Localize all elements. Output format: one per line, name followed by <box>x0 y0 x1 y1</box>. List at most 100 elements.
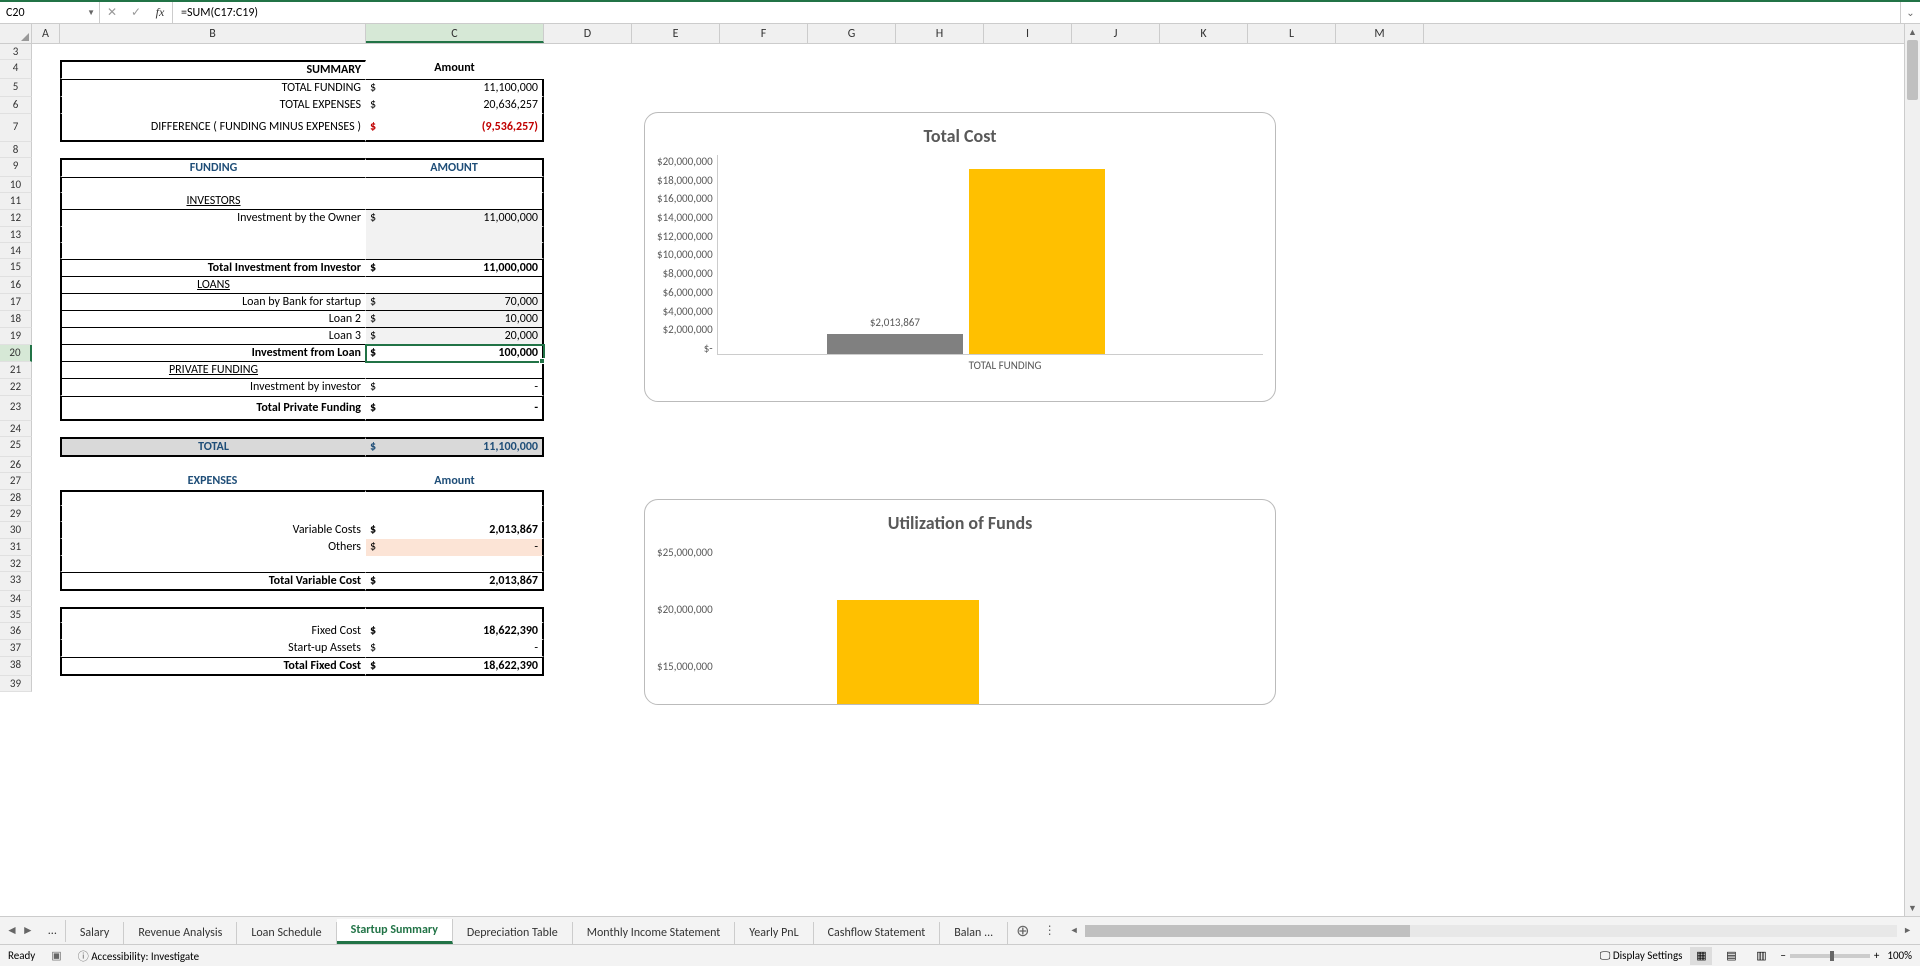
investors-label[interactable]: INVESTORS <box>60 193 366 210</box>
name-box[interactable]: C20 ▼ <box>0 2 100 23</box>
row-header-26[interactable]: 26 <box>0 457 32 473</box>
grid[interactable]: A B C D E F G H I J K L M 3 4 SUMM <box>0 24 1904 916</box>
row-header-5[interactable]: 5 <box>0 79 32 97</box>
zoom-level[interactable]: 100% <box>1887 949 1912 962</box>
total-funding-label[interactable]: TOTAL FUNDING <box>60 79 366 97</box>
row-header-11[interactable]: 11 <box>0 193 32 210</box>
row-header-13[interactable]: 13 <box>0 227 32 243</box>
loan3-label[interactable]: Loan 3 <box>60 328 366 345</box>
tab-depreciation-table[interactable]: Depreciation Table <box>453 922 573 944</box>
vertical-scrollbar[interactable]: ▲ ▼ <box>1904 24 1920 916</box>
row-header-18[interactable]: 18 <box>0 311 32 328</box>
total-variable-label[interactable]: Total Variable Cost <box>60 572 366 591</box>
row-header-16[interactable]: 16 <box>0 277 32 294</box>
others-label[interactable]: Others <box>60 539 366 556</box>
difference-label[interactable]: DIFFERENCE ( FUNDING MINUS EXPENSES ) <box>60 114 366 142</box>
row-header-10[interactable]: 10 <box>0 177 32 193</box>
display-settings[interactable]: 🖵 Display Settings <box>1600 949 1683 963</box>
total-expenses-label[interactable]: TOTAL EXPENSES <box>60 97 366 114</box>
row-header-33[interactable]: 33 <box>0 572 32 591</box>
loans-label[interactable]: LOANS <box>60 277 366 294</box>
total-label[interactable]: TOTAL <box>60 437 366 457</box>
funding-amount-label[interactable]: AMOUNT <box>366 158 544 177</box>
funding-title[interactable]: FUNDING <box>60 158 366 177</box>
col-header-L[interactable]: L <box>1248 24 1336 43</box>
row-header-3[interactable]: 3 <box>0 44 32 60</box>
amount-label[interactable]: Amount <box>366 60 544 79</box>
row-header-19[interactable]: 19 <box>0 328 32 345</box>
tab-nav-next-icon[interactable]: ► <box>22 923 34 938</box>
summary-header[interactable]: SUMMARY <box>60 60 366 79</box>
total-investor-label[interactable]: Total Investment from Investor <box>60 259 366 277</box>
zoom-out-icon[interactable]: − <box>1780 949 1785 962</box>
expand-formula-bar-icon[interactable]: ⌄ <box>1900 2 1920 23</box>
loan-bank-label[interactable]: Loan by Bank for startup <box>60 294 366 311</box>
zoom-track[interactable] <box>1790 954 1870 958</box>
row-header-21[interactable]: 21 <box>0 362 32 379</box>
row-header-39[interactable]: 39 <box>0 676 32 692</box>
active-cell[interactable]: $100,000 <box>366 345 544 362</box>
row-header-17[interactable]: 17 <box>0 294 32 311</box>
col-header-G[interactable]: G <box>808 24 896 43</box>
chart-total-cost[interactable]: Total Cost $20,000,000 $18,000,000 $16,0… <box>644 112 1276 402</box>
tab-overflow[interactable]: ... <box>40 920 66 942</box>
col-header-J[interactable]: J <box>1072 24 1160 43</box>
horizontal-scrollbar[interactable]: ◄ ► <box>1062 925 1920 937</box>
col-header-M[interactable]: M <box>1336 24 1424 43</box>
tab-cashflow[interactable]: Cashflow Statement <box>814 922 941 944</box>
view-page-break-icon[interactable]: ▥ <box>1750 947 1772 965</box>
tab-salary[interactable]: Salary <box>66 922 124 944</box>
row-header-25[interactable]: 25 <box>0 437 32 457</box>
row-header-24[interactable]: 24 <box>0 421 32 437</box>
scroll-up-icon[interactable]: ▲ <box>1905 24 1920 40</box>
loan2-label[interactable]: Loan 2 <box>60 311 366 328</box>
zoom-thumb[interactable] <box>1830 951 1834 961</box>
row-header-36[interactable]: 36 <box>0 623 32 640</box>
scroll-down-icon[interactable]: ▼ <box>1905 900 1920 916</box>
hscroll-right-icon[interactable]: ► <box>1899 925 1916 936</box>
fill-handle[interactable] <box>539 358 545 364</box>
row-header-7[interactable]: 7 <box>0 114 32 142</box>
view-normal-icon[interactable]: ▦ <box>1690 947 1712 965</box>
investment-investor-label[interactable]: Investment by investor <box>60 379 366 396</box>
row-header-8[interactable]: 8 <box>0 142 32 158</box>
row-header-29[interactable]: 29 <box>0 506 32 522</box>
select-all-corner[interactable] <box>0 24 32 43</box>
tab-nav-prev-icon[interactable]: ◄ <box>6 923 18 938</box>
col-header-F[interactable]: F <box>720 24 808 43</box>
hscroll-thumb[interactable] <box>1085 925 1410 937</box>
tabs-menu-icon[interactable]: ⋮ <box>1038 923 1062 938</box>
col-header-K[interactable]: K <box>1160 24 1248 43</box>
hscroll-track[interactable] <box>1085 925 1898 937</box>
investment-owner-label[interactable]: Investment by the Owner <box>60 210 366 227</box>
row-header-32[interactable]: 32 <box>0 556 32 572</box>
row-header-23[interactable]: 23 <box>0 396 32 421</box>
row-header-12[interactable]: 12 <box>0 210 32 227</box>
accessibility-status[interactable]: ⓘ Accessibility: Investigate <box>78 948 199 964</box>
fixed-cost-label[interactable]: Fixed Cost <box>60 623 366 640</box>
view-page-layout-icon[interactable]: ▤ <box>1720 947 1742 965</box>
chart-utilization[interactable]: Utilization of Funds $25,000,000 $20,000… <box>644 499 1276 705</box>
formula-input[interactable]: =SUM(C17:C19) <box>173 2 1900 23</box>
name-box-dropdown-icon[interactable]: ▼ <box>87 8 95 18</box>
variable-costs-label[interactable]: Variable Costs <box>60 522 366 539</box>
col-header-D[interactable]: D <box>544 24 632 43</box>
tab-monthly-income[interactable]: Monthly Income Statement <box>573 922 736 944</box>
row-header-30[interactable]: 30 <box>0 522 32 539</box>
col-header-H[interactable]: H <box>896 24 984 43</box>
col-header-E[interactable]: E <box>632 24 720 43</box>
tab-yearly-pnl[interactable]: Yearly PnL <box>735 922 813 944</box>
row-header-27[interactable]: 27 <box>0 473 32 490</box>
hscroll-left-icon[interactable]: ◄ <box>1066 925 1083 936</box>
row-header-37[interactable]: 37 <box>0 640 32 657</box>
row-header-35[interactable]: 35 <box>0 607 32 623</box>
zoom-slider[interactable]: − + <box>1780 949 1879 962</box>
total-private-label[interactable]: Total Private Funding <box>60 396 366 421</box>
row-header-22[interactable]: 22 <box>0 379 32 396</box>
row-header-20[interactable]: 20 <box>0 345 32 362</box>
row-header-4[interactable]: 4 <box>0 60 32 79</box>
row-header-28[interactable]: 28 <box>0 490 32 506</box>
cancel-formula-icon[interactable]: ✕ <box>100 2 124 23</box>
total-fixed-label[interactable]: Total Fixed Cost <box>60 657 366 676</box>
zoom-in-icon[interactable]: + <box>1874 949 1879 962</box>
